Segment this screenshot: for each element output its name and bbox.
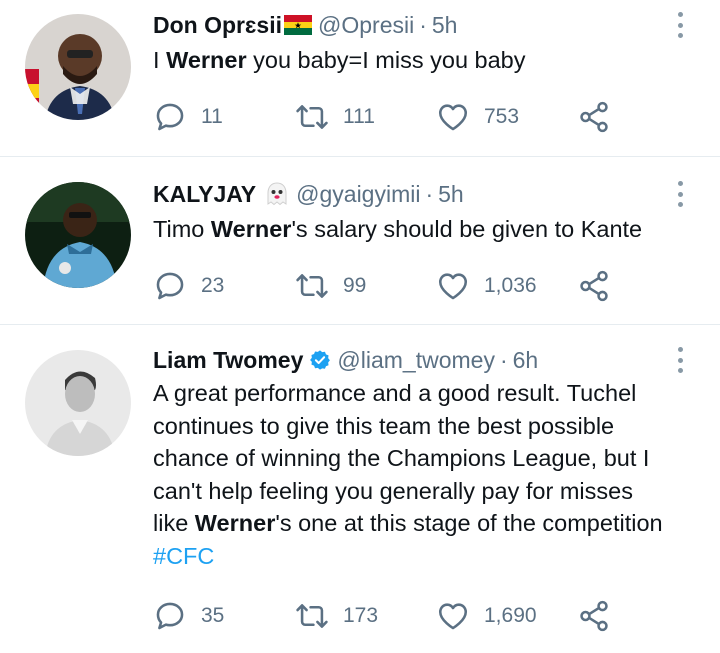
display-name[interactable]: Liam Twomey — [153, 345, 303, 375]
avatar-image — [25, 182, 131, 288]
tweet-actions: 11 111 753 — [153, 99, 623, 135]
reply-count: 11 — [201, 105, 223, 128]
text-segment: you baby=I miss you baby — [246, 47, 526, 73]
tweet-header: Don Oprɛsii @Opresii · 5h — [153, 10, 680, 40]
user-handle[interactable]: @Opresii — [318, 10, 414, 40]
tweet-header: KALYJAY @gyaigyimii · 5h — [153, 179, 680, 209]
retweet-button[interactable]: 173 — [295, 598, 378, 634]
timestamp[interactable]: 5h — [438, 179, 464, 209]
text-segment: I — [153, 47, 167, 73]
tweet-actions: 35 173 1,690 — [153, 598, 623, 634]
share-icon — [580, 101, 608, 133]
reply-icon — [156, 602, 184, 630]
tweet[interactable]: Liam Twomey @liam_twomey · 6h A great pe… — [0, 325, 720, 653]
avatar-image — [25, 14, 131, 120]
highlighted-keyword: Werner — [210, 216, 292, 242]
retweet-icon — [296, 274, 328, 298]
timestamp[interactable]: 6h — [513, 345, 539, 375]
reply-button[interactable]: 35 — [153, 598, 224, 634]
separator-dot: · — [419, 12, 427, 38]
reply-icon — [156, 272, 184, 300]
heart-icon — [438, 603, 468, 630]
text-segment: 's salary should be given to Kante — [291, 216, 643, 242]
separator-dot: · — [499, 347, 508, 373]
share-button[interactable] — [577, 598, 611, 634]
text-segment: like — [153, 510, 195, 536]
tweet-text: Timo Werner's salary should be given to … — [153, 213, 680, 246]
ghost-emoji-icon — [267, 182, 287, 206]
text-line: can't help feeling you generally pay for… — [153, 477, 633, 504]
verified-badge-icon — [310, 350, 331, 370]
tweet[interactable]: Don Oprɛsii @Opresii · 5h I Werner you b… — [0, 0, 720, 157]
text-segment: Timo — [153, 216, 211, 242]
like-count: 1,036 — [484, 274, 537, 297]
text-line: A great performance and a good result. T… — [153, 380, 637, 406]
like-button[interactable]: 1,036 — [436, 268, 537, 304]
tweet-text: A great performance and a good result. T… — [153, 377, 680, 572]
hashtag-link[interactable]: #CFC — [153, 543, 214, 569]
reply-count: 23 — [201, 274, 225, 297]
text-line: continues to give this team the best pos… — [153, 412, 615, 439]
avatar[interactable] — [25, 14, 131, 120]
ghana-flag-icon — [284, 15, 312, 35]
avatar[interactable] — [25, 350, 131, 456]
retweet-count: 111 — [343, 105, 375, 128]
tweet[interactable]: KALYJAY @gyaigyimii · 5h Timo Werner's s… — [0, 157, 720, 325]
retweet-count: 99 — [343, 274, 367, 297]
reply-button[interactable]: 11 — [153, 99, 223, 135]
text-segment: 's one at this stage of the competition — [275, 510, 663, 536]
highlighted-keyword: Werner — [194, 510, 276, 536]
like-count: 753 — [484, 105, 520, 128]
retweet-button[interactable]: 99 — [295, 268, 366, 304]
timestamp[interactable]: 5h — [432, 10, 458, 40]
more-options-icon[interactable] — [675, 12, 685, 38]
text-line: like Werner's one at this stage of the c… — [153, 507, 680, 540]
share-icon — [580, 270, 608, 302]
avatar-image — [25, 350, 131, 456]
avatar[interactable] — [25, 182, 131, 288]
more-options-icon[interactable] — [675, 347, 685, 373]
user-handle[interactable]: @liam_twomey — [337, 345, 495, 375]
heart-icon — [438, 273, 468, 300]
reply-button[interactable]: 23 — [153, 268, 224, 304]
retweet-icon — [296, 105, 328, 129]
retweet-button[interactable]: 111 — [295, 99, 375, 135]
retweet-count: 173 — [343, 604, 379, 627]
like-button[interactable]: 1,690 — [436, 598, 537, 634]
display-name[interactable]: Don Oprɛsii — [153, 10, 282, 40]
share-button[interactable] — [577, 268, 611, 304]
like-button[interactable]: 753 — [436, 99, 519, 135]
display-name[interactable]: KALYJAY — [153, 179, 256, 209]
highlighted-keyword: Werner — [166, 47, 247, 73]
tweet-text: I Werner you baby=I miss you baby — [153, 44, 680, 77]
separator-dot: · — [425, 181, 434, 207]
user-handle[interactable]: @gyaigyimii — [296, 179, 420, 209]
reply-count: 35 — [201, 604, 225, 627]
retweet-icon — [296, 604, 328, 628]
reply-icon — [156, 103, 184, 131]
heart-icon — [438, 104, 468, 131]
text-line: chance of winning the Champions League, … — [153, 445, 650, 471]
more-options-icon[interactable] — [675, 181, 685, 207]
tweet-header: Liam Twomey @liam_twomey · 6h — [153, 345, 680, 375]
tweet-actions: 23 99 1,036 — [153, 268, 623, 304]
like-count: 1,690 — [484, 604, 537, 627]
share-button[interactable] — [577, 99, 611, 135]
share-icon — [580, 600, 608, 632]
